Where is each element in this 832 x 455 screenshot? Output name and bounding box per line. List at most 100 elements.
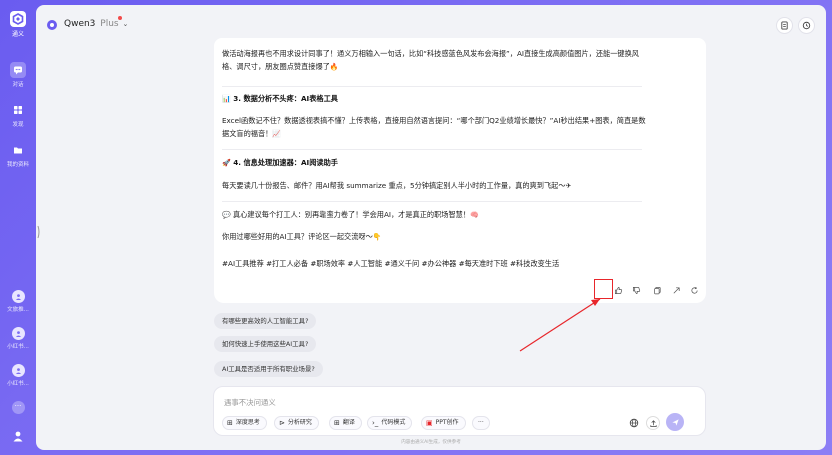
question-text: 你用过哪些好用的AI工具？评论区一起交流呀～ <box>222 232 373 241</box>
ppt-create-button[interactable]: ▣ PPT创作 <box>421 416 466 430</box>
globe-icon <box>629 418 639 428</box>
section-3-body: Excel函数记不住？数据透视表搞不懂？上传表格，直接用自然语言提问：“哪个部门… <box>222 114 647 141</box>
question-line: 你用过哪些好用的AI工具？评论区一起交流呀～👇 <box>222 230 647 244</box>
notification-dot <box>118 16 122 20</box>
user-profile-icon[interactable] <box>12 427 24 446</box>
divider <box>222 149 642 150</box>
recent-chat-label: 文旅推... <box>7 307 29 313</box>
suggestion-chip[interactable]: AI工具是否适用于所有职业场景? <box>214 361 323 377</box>
section-3-text: Excel函数记不住？数据透视表搞不懂？上传表格，直接用自然语言提问：“哪个部门… <box>222 116 646 138</box>
tool-label: PPT创作 <box>435 419 459 426</box>
sidebar-item-discover[interactable]: 发现 <box>10 102 26 128</box>
chevron-down-icon: ⌄ <box>122 20 129 28</box>
share-icon <box>673 286 680 293</box>
sidebar-item-chat[interactable]: 对话 <box>10 62 26 88</box>
history-icon <box>802 21 811 30</box>
section-4-text: 每天要读几十份报告、邮件？用AI帮我 summarize 重点，5分钟搞定别人半… <box>222 181 566 190</box>
upload-icon <box>649 419 657 427</box>
section-3-title: 3. 数据分析不头疼：AI表格工具 <box>233 94 338 103</box>
discover-icon <box>10 102 26 118</box>
answer-intro: 做活动海报再也不用求设计同事了！通义万相输入一句话，比如“科技感蓝色风发布会海报… <box>222 47 647 74</box>
hashtags: #AI工具推荐 #打工人必备 #职场效率 #人工智能 #通义千问 #办公神器 #… <box>222 259 560 268</box>
section-4-title: 4. 信息处理加速器：AI阅读助手 <box>233 158 338 167</box>
web-search-button[interactable] <box>627 416 641 430</box>
suggestion-chip[interactable]: 有哪些更高效的人工智能工具? <box>214 313 317 329</box>
tool-label: 深度思考 <box>235 419 260 426</box>
sidebar-item-label: 发现 <box>12 122 24 128</box>
answer-actions <box>606 284 706 298</box>
copy-icon <box>653 286 661 294</box>
recent-chat-label: 小红书... <box>7 344 29 350</box>
code-mode-button[interactable]: ›_ 代码模式 <box>367 416 413 430</box>
research-icon: ⊳ <box>279 419 285 427</box>
divider <box>222 86 642 87</box>
footer-disclaimer: 内容由通义AI生成，仅供参考 <box>401 440 461 445</box>
share-button[interactable] <box>670 284 682 296</box>
avatar <box>11 327 25 340</box>
rocket-icon: 🚀 <box>222 159 231 167</box>
model-icon <box>47 20 57 30</box>
chat-input[interactable] <box>224 395 624 409</box>
model-name: Qwen3 <box>64 19 96 29</box>
refresh-icon <box>691 286 698 294</box>
regenerate-button[interactable] <box>688 284 700 296</box>
model-selector[interactable]: Qwen3 Plus ⌄ <box>64 19 128 29</box>
sidebar-item-my-files[interactable]: 我的资料 <box>7 142 29 168</box>
recent-chat-item[interactable]: 文旅推... <box>7 290 29 313</box>
logo-label: 通义 <box>11 31 24 38</box>
chat-input-box: ⊞ 深度思考 ⊳ 分析研究 ⊞ 翻译 ›_ 代码模式 ▣ PPT创作 ··· <box>213 386 706 436</box>
tool-label: 代码模式 <box>381 419 406 426</box>
recent-chat-label: 小红书... <box>7 381 29 387</box>
answer-card: 做活动海报再也不用求设计同事了！通义万相输入一句话，比如“科技感蓝色风发布会海报… <box>214 38 706 303</box>
more-history-button[interactable]: ··· <box>11 401 25 414</box>
ppt-icon: ▣ <box>426 419 433 427</box>
translate-button[interactable]: ⊞ 翻译 <box>329 416 362 430</box>
section-4-heading: 🚀 4. 信息处理加速器：AI阅读助手 <box>222 158 338 168</box>
dislike-button[interactable] <box>630 284 642 296</box>
section-3-heading: 📊 3. 数据分析不头疼：AI表格工具 <box>222 94 338 104</box>
analysis-research-button[interactable]: ⊳ 分析研究 <box>274 416 319 430</box>
chart-icon: 📊 <box>222 95 231 103</box>
document-icon <box>781 21 788 30</box>
divider <box>222 201 642 202</box>
recent-chat-item[interactable]: 小红书... <box>7 327 29 350</box>
annotation-arrow-icon <box>519 298 601 352</box>
send-button[interactable] <box>666 413 684 431</box>
thumbs-up-icon <box>614 286 622 294</box>
history-button[interactable] <box>798 17 815 34</box>
document-button[interactable] <box>776 17 793 34</box>
avatar <box>11 290 25 303</box>
tongyi-logo-icon[interactable] <box>10 11 26 27</box>
sidebar-item-label: 对话 <box>12 82 24 88</box>
chat-icon <box>10 62 26 78</box>
fire-icon: 🔥 <box>329 63 339 71</box>
upload-button[interactable] <box>646 416 660 430</box>
advice-text: 真心建议每个打工人：别再靠蛮力卷了！学会用AI，才是真正的职场智慧！ <box>233 210 471 219</box>
deep-think-button[interactable]: ⊞ 深度思考 <box>222 416 267 430</box>
main-panel: Qwen3 Plus ⌄ 做活动海报再也不用求设计同事了！通义万相输入一句话，比… <box>36 5 826 450</box>
answer-intro-text: 做活动海报再也不用求设计同事了！通义万相输入一句话，比如“科技感蓝色风发布会海报… <box>222 49 639 71</box>
suggestion-chip[interactable]: 如何快速上手使用这些AI工具? <box>214 336 317 352</box>
copy-button[interactable] <box>651 284 663 296</box>
model-tier: Plus <box>100 19 119 29</box>
recent-chat-item[interactable]: 小红书... <box>7 364 29 387</box>
section-4-body: 每天要读几十份报告、邮件？用AI帮我 summarize 重点，5分钟搞定别人半… <box>222 179 662 193</box>
sidebar: 通义 对话 发现 我的资料 文旅推... 小红书... 小红书... ··· <box>0 0 36 455</box>
thumbs-down-icon <box>632 286 640 294</box>
tool-label: 翻译 <box>342 419 355 426</box>
collapse-handle[interactable] <box>37 224 41 239</box>
plane-icon: ✈ <box>565 182 572 190</box>
tool-label: 分析研究 <box>287 419 312 426</box>
folder-icon <box>10 142 26 158</box>
more-tools-button[interactable]: ··· <box>472 416 490 430</box>
brain-icon: 🧠 <box>470 211 479 219</box>
graph-icon: 📈 <box>272 130 282 138</box>
pointing-hand-icon: 👇 <box>372 233 382 241</box>
deep-think-icon: ⊞ <box>227 419 233 427</box>
code-icon: ›_ <box>372 419 379 427</box>
advice-line: 💬 真心建议每个打工人：别再靠蛮力卷了！学会用AI，才是真正的职场智慧！🧠 <box>222 208 647 222</box>
translate-icon: ⊞ <box>334 419 340 427</box>
send-icon <box>671 418 679 426</box>
avatar <box>11 364 25 377</box>
speech-bubble-icon: 💬 <box>222 211 231 219</box>
